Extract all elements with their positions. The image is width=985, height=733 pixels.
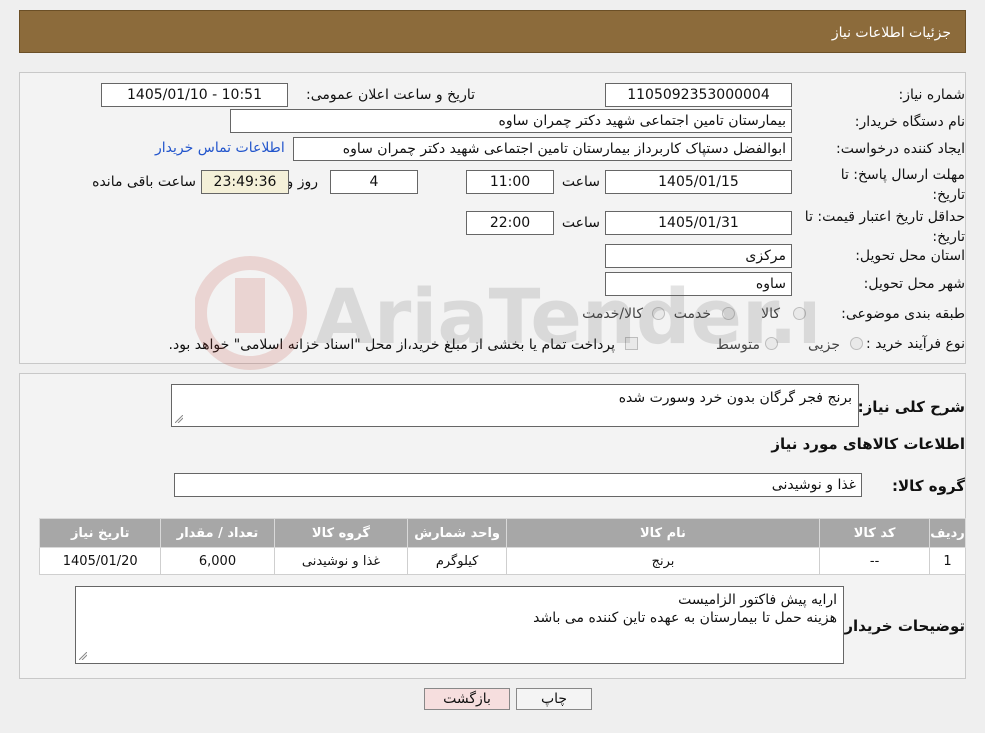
city-field[interactable]: ساوه bbox=[605, 272, 792, 296]
category-goods-service-label: کالا/خدمت bbox=[582, 306, 643, 322]
page-header: جزئیات اطلاعات نیاز bbox=[19, 10, 966, 53]
announce-datetime-field[interactable]: 1405/01/10 - 10:51 bbox=[101, 83, 288, 107]
need-number-field[interactable]: 1105092353000004 bbox=[605, 83, 792, 107]
cell-group: غذا و نوشیدنی bbox=[273, 547, 409, 575]
validity-time-field[interactable]: 22:00 bbox=[466, 211, 554, 235]
validity-label: حداقل تاریخ اعتبار قیمت: تا تاریخ: bbox=[804, 209, 965, 245]
cell-row: 1 bbox=[929, 547, 966, 575]
goods-table: ردیف کد کالا نام کالا واحد شمارش گروه کا… bbox=[38, 518, 966, 575]
col-header-unit: واحد شمارش bbox=[407, 518, 507, 548]
need-number-label: شماره نیاز: bbox=[898, 87, 966, 103]
col-header-quantity: تعداد / مقدار bbox=[160, 518, 275, 548]
cell-need-date: 1405/01/20 bbox=[38, 547, 162, 575]
col-header-group: گروه کالا bbox=[273, 518, 409, 548]
process-minor-label: جزیی bbox=[808, 337, 840, 353]
page-title: جزئیات اطلاعات نیاز bbox=[831, 25, 951, 41]
buyer-org-label: نام دستگاه خریدار: bbox=[854, 114, 965, 130]
table-row[interactable]: 1 -- برنج کیلوگرم غذا و نوشیدنی 6,000 14… bbox=[38, 547, 966, 575]
description-text: برنج فجر گرگان بدون خرد وسورت شده bbox=[618, 390, 852, 406]
buyer-notes-line-2: هزینه حمل تا بیمارستان به عهده تاین کنند… bbox=[533, 610, 837, 626]
category-goods-radio[interactable] bbox=[793, 307, 806, 320]
creator-label: ایجاد کننده درخواست: bbox=[836, 141, 965, 157]
validity-time-label: ساعت bbox=[561, 215, 600, 231]
deadline-date-field[interactable]: 1405/01/15 bbox=[605, 170, 792, 194]
col-header-code: کد کالا bbox=[819, 518, 931, 548]
category-goods-service-radio[interactable] bbox=[652, 307, 665, 320]
city-label: شهر محل تحویل: bbox=[863, 276, 965, 292]
goods-group-label: گروه کالا: bbox=[892, 477, 965, 495]
col-header-name: نام کالا bbox=[505, 518, 821, 548]
print-button[interactable]: چاپ bbox=[516, 688, 592, 710]
cell-code: -- bbox=[819, 547, 931, 575]
category-label: طبقه بندی موضوعی: bbox=[841, 306, 965, 322]
cell-quantity: 6,000 bbox=[160, 547, 275, 575]
process-minor-radio[interactable] bbox=[850, 337, 863, 350]
category-service-label: خدمت bbox=[673, 306, 711, 322]
back-button[interactable]: بازگشت bbox=[424, 688, 510, 710]
buyer-notes-line-1: ارایه پیش فاکتور الزامیست bbox=[678, 592, 837, 608]
category-goods-label: کالا bbox=[761, 306, 780, 322]
remaining-days-field[interactable]: 4 bbox=[330, 170, 418, 194]
deadline-time-label: ساعت bbox=[561, 174, 600, 190]
col-header-row: ردیف bbox=[929, 518, 966, 548]
province-field[interactable]: مرکزی bbox=[605, 244, 792, 268]
goods-info-title: اطلاعات کالاهای مورد نیاز bbox=[771, 435, 965, 453]
cell-unit: کیلوگرم bbox=[407, 547, 507, 575]
announce-datetime-label: تاریخ و ساعت اعلان عمومی: bbox=[306, 87, 475, 103]
validity-date-field[interactable]: 1405/01/31 bbox=[605, 211, 792, 235]
goods-group-field[interactable]: غذا و نوشیدنی bbox=[174, 473, 862, 497]
description-label: شرح کلی نیاز: bbox=[857, 398, 965, 416]
treasury-payment-checkbox[interactable] bbox=[625, 337, 638, 350]
remaining-label: ساعت باقی مانده bbox=[92, 174, 196, 190]
col-header-need-date: تاریخ نیاز bbox=[38, 518, 162, 548]
process-medium-radio[interactable] bbox=[765, 337, 778, 350]
process-type-label: نوع فرآیند خرید : bbox=[866, 336, 965, 352]
creator-field[interactable]: ابوالفضل دستپاک کاربرداز بیمارستان تامین… bbox=[293, 137, 792, 161]
goods-table-header: ردیف کد کالا نام کالا واحد شمارش گروه کا… bbox=[38, 518, 966, 548]
buyer-org-field[interactable]: بیمارستان تامین اجتماعی شهید دکتر چمران … bbox=[230, 109, 792, 133]
buyer-notes-label: توضیحات خریدار: bbox=[838, 617, 965, 635]
process-medium-label: متوسط bbox=[716, 337, 760, 353]
buyer-contact-link[interactable]: اطلاعات تماس خریدار bbox=[155, 140, 285, 156]
province-label: استان محل تحویل: bbox=[855, 248, 965, 264]
description-textarea[interactable]: برنج فجر گرگان بدون خرد وسورت شده bbox=[171, 384, 859, 427]
days-and-label: روز و bbox=[286, 174, 319, 190]
deadline-time-field[interactable]: 11:00 bbox=[466, 170, 554, 194]
treasury-payment-note: پرداخت تمام یا بخشی از مبلغ خرید،از محل … bbox=[168, 337, 615, 353]
buyer-notes-textarea[interactable]: ارایه پیش فاکتور الزامیست هزینه حمل تا ب… bbox=[75, 586, 844, 664]
remaining-time-field: 23:49:36 bbox=[201, 170, 289, 194]
resize-grip-icon[interactable] bbox=[175, 415, 183, 423]
resize-grip-icon[interactable] bbox=[79, 652, 87, 660]
deadline-label: مهلت ارسال پاسخ: تا تاریخ: bbox=[840, 167, 965, 203]
cell-name: برنج bbox=[505, 547, 821, 575]
category-service-radio[interactable] bbox=[722, 307, 735, 320]
